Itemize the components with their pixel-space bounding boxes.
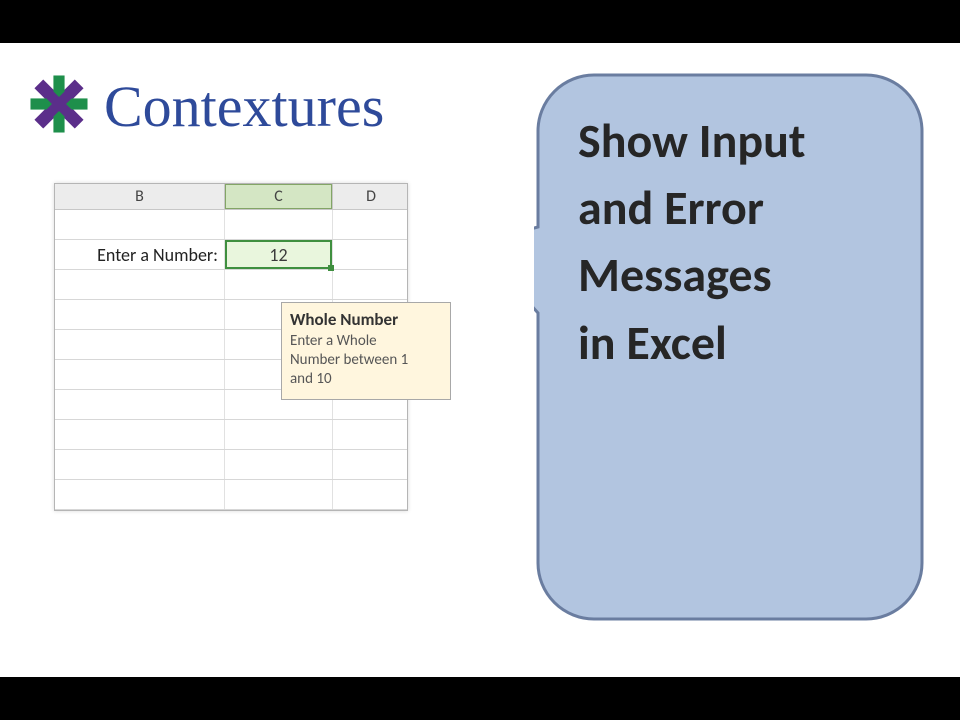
rows: Enter a Number: 12 [55, 210, 407, 510]
cell[interactable] [225, 450, 333, 479]
tooltip-title: Whole Number [290, 309, 442, 330]
col-header-b[interactable]: B [55, 184, 225, 209]
cell[interactable] [225, 420, 333, 449]
cell[interactable] [225, 210, 333, 239]
speech-callout: Show Input and Error Messages in Excel [534, 71, 926, 623]
cell[interactable] [333, 450, 409, 479]
cell[interactable] [55, 270, 225, 299]
cell[interactable] [55, 390, 225, 419]
callout-line: Messages [578, 241, 892, 308]
cell[interactable] [333, 480, 409, 509]
callout-line: Show Input [578, 107, 892, 174]
table-row [55, 270, 407, 300]
callout-line: and Error [578, 174, 892, 241]
column-headers: B C D [55, 184, 407, 210]
table-row: Enter a Number: 12 [55, 240, 407, 270]
spreadsheet: B C D Enter a Number: 12 [54, 183, 408, 511]
cell[interactable] [333, 270, 409, 299]
table-row [55, 210, 407, 240]
cell[interactable] [333, 420, 409, 449]
col-header-d[interactable]: D [333, 184, 409, 209]
cell[interactable] [55, 360, 225, 389]
cell[interactable] [225, 270, 333, 299]
tooltip-line: and 10 [290, 370, 332, 388]
cell[interactable] [55, 300, 225, 329]
cell[interactable] [55, 450, 225, 479]
col-header-c[interactable]: C [225, 184, 333, 209]
tooltip-line: Enter a Whole [290, 332, 377, 350]
callout-line: in Excel [578, 309, 892, 376]
tooltip-body: Enter a Whole Number between 1 and 10 [290, 332, 442, 388]
callout-text: Show Input and Error Messages in Excel [578, 107, 892, 376]
brand: Contextures [28, 73, 384, 140]
table-row [55, 420, 407, 450]
cell[interactable] [55, 420, 225, 449]
letterbox-top [0, 0, 960, 43]
brand-name: Contextures [104, 78, 384, 136]
cell[interactable] [333, 240, 409, 269]
brand-logo-icon [28, 73, 90, 140]
cell[interactable] [55, 480, 225, 509]
cell-selected[interactable]: 12 [225, 240, 333, 269]
slide: Contextures B C D Enter a Number: 12 [0, 43, 960, 677]
cell[interactable] [55, 330, 225, 359]
table-row [55, 480, 407, 510]
table-row [55, 450, 407, 480]
input-message-tooltip: Whole Number Enter a Whole Number betwee… [281, 302, 451, 400]
cell[interactable] [225, 480, 333, 509]
cell-label-enter-number[interactable]: Enter a Number: [55, 240, 225, 269]
tooltip-line: Number between 1 [290, 351, 408, 369]
cell[interactable] [333, 210, 409, 239]
cell[interactable] [55, 210, 225, 239]
letterbox-bottom [0, 677, 960, 720]
